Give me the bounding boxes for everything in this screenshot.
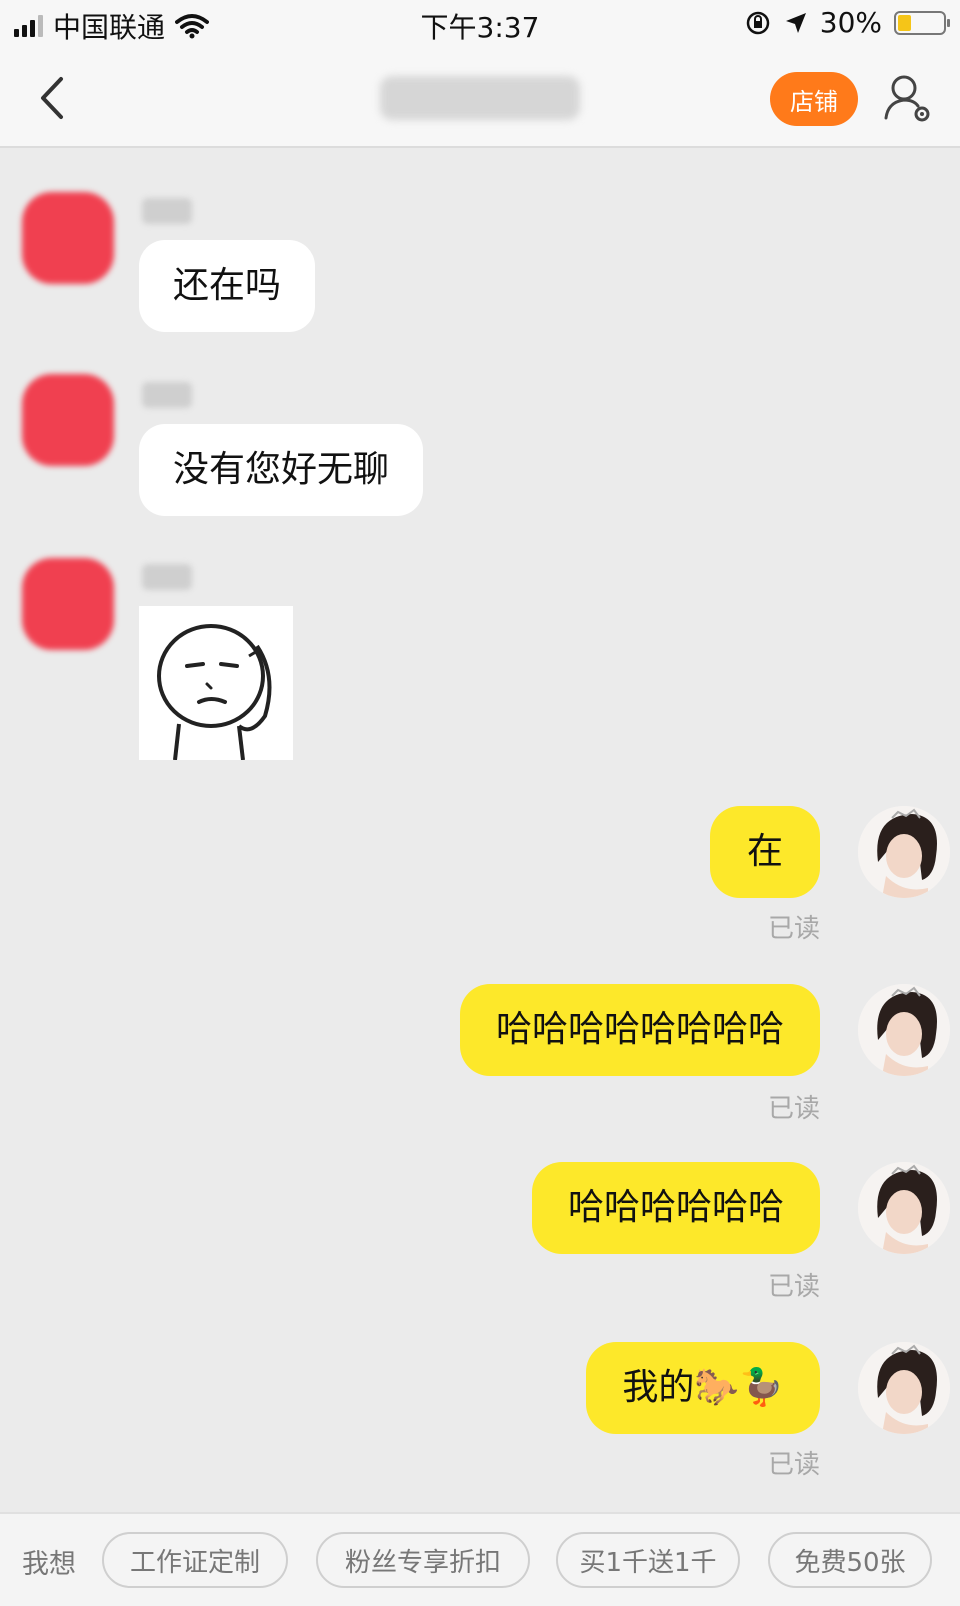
outgoing-message-bubble[interactable]: 哈哈哈哈哈哈哈哈 <box>459 984 820 1076</box>
my-avatar[interactable] <box>858 806 950 898</box>
back-chevron-icon <box>41 77 63 119</box>
nav-bar: 店铺 <box>0 48 960 148</box>
outgoing-message-bubble[interactable]: 在 <box>710 806 820 898</box>
back-button[interactable] <box>24 70 80 126</box>
status-right: 30% <box>744 6 950 39</box>
quick-reply-chip[interactable]: 粉丝专享折扣 <box>316 1532 530 1588</box>
read-status: 已读 <box>767 1272 820 1302</box>
read-status: 已读 <box>767 1094 820 1124</box>
my-avatar[interactable] <box>858 984 950 1076</box>
sender-avatar[interactable] <box>22 558 114 650</box>
read-status: 已读 <box>767 1450 820 1480</box>
battery-fill <box>898 14 912 31</box>
woman-portrait-icon <box>858 1342 950 1434</box>
location-arrow-icon <box>785 12 806 33</box>
incoming-message-bubble[interactable]: 没有您好无聊 <box>139 424 424 516</box>
shop-button[interactable]: 店铺 <box>770 72 858 126</box>
incoming-message-bubble[interactable]: 还在吗 <box>139 240 316 332</box>
user-settings-icon <box>884 75 930 122</box>
sender-name <box>142 198 192 224</box>
meme-face-sticker[interactable] <box>139 606 293 761</box>
quick-reply-bar: 我想 工作证定制 粉丝专享折扣 买1千送1千 免费50张 <box>0 1512 960 1606</box>
chat-title <box>380 76 580 120</box>
orientation-lock-icon <box>746 11 770 34</box>
woman-portrait-icon <box>858 1162 950 1254</box>
quick-reply-chip[interactable]: 工作证定制 <box>102 1532 288 1588</box>
my-avatar[interactable] <box>858 1162 950 1254</box>
sender-avatar[interactable] <box>22 374 114 466</box>
outgoing-message-bubble[interactable]: 哈哈哈哈哈哈 <box>531 1162 820 1254</box>
quick-reply-chip[interactable]: 免费50张 <box>768 1532 932 1588</box>
sender-name <box>142 564 192 590</box>
quick-reply-label: 我想 <box>22 1549 76 1580</box>
outgoing-message-bubble[interactable]: 我的🐎🦆 <box>586 1342 820 1434</box>
status-bar: 中国联通 下午3:37 30% <box>0 0 960 48</box>
sender-avatar[interactable] <box>22 192 114 284</box>
woman-portrait-icon <box>858 984 950 1076</box>
woman-portrait-icon <box>858 806 950 898</box>
battery-percent: 30% <box>819 6 882 39</box>
quick-reply-chip[interactable]: 买1千送1千 <box>556 1532 740 1588</box>
read-status: 已读 <box>767 914 820 944</box>
my-avatar[interactable] <box>858 1342 950 1434</box>
meme-face-icon <box>157 624 272 761</box>
battery-icon <box>894 10 950 35</box>
sender-name <box>142 382 192 408</box>
user-settings-button[interactable] <box>880 70 936 126</box>
